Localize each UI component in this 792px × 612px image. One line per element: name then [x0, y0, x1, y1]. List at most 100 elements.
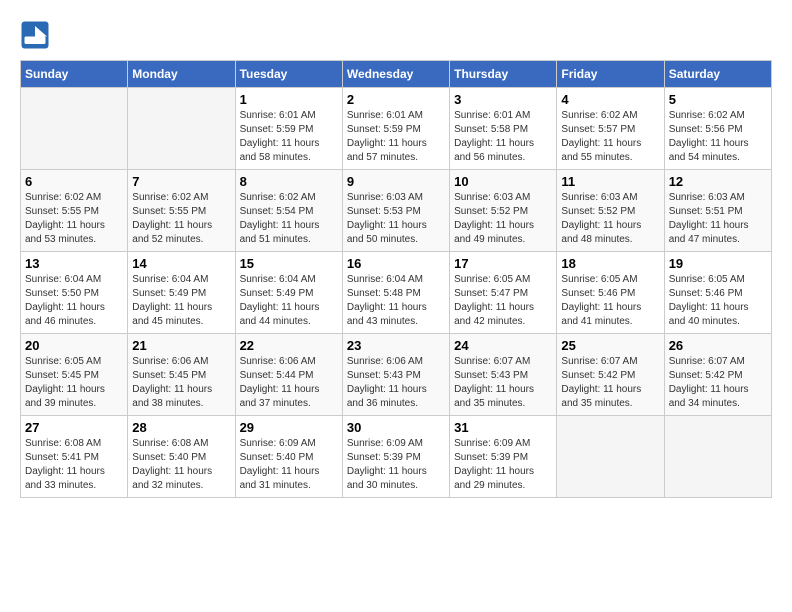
day-header-sunday: Sunday — [21, 61, 128, 88]
calendar-cell: 4 Sunrise: 6:02 AM Sunset: 5:57 PM Daylig… — [557, 88, 664, 170]
calendar-table: SundayMondayTuesdayWednesdayThursdayFrid… — [20, 60, 772, 498]
day-info: Sunrise: 6:02 AM Sunset: 5:55 PM Dayligh… — [25, 191, 123, 247]
day-info: Sunrise: 6:04 AM Sunset: 5:49 PM Dayligh… — [132, 273, 230, 329]
day-header-friday: Friday — [557, 61, 664, 88]
day-number: 11 — [561, 174, 659, 189]
calendar-cell: 16 Sunrise: 6:04 AM Sunset: 5:48 PM Dayli… — [342, 252, 449, 334]
day-number: 20 — [25, 338, 123, 353]
day-number: 23 — [347, 338, 445, 353]
day-info: Sunrise: 6:01 AM Sunset: 5:59 PM Dayligh… — [347, 109, 445, 165]
calendar-cell: 8 Sunrise: 6:02 AM Sunset: 5:54 PM Daylig… — [235, 170, 342, 252]
calendar-cell: 7Sunrise: 6:02 AM Sunset: 5:55 PM Daylig… — [128, 170, 235, 252]
calendar-cell: 6 Sunrise: 6:02 AM Sunset: 5:55 PM Daylig… — [21, 170, 128, 252]
calendar-cell: 29 Sunrise: 6:09 AM Sunset: 5:40 PM Dayli… — [235, 416, 342, 498]
day-number: 17 — [454, 256, 552, 271]
calendar-cell: 11 Sunrise: 6:03 AM Sunset: 5:52 PM Dayli… — [557, 170, 664, 252]
day-info: Sunrise: 6:07 AM Sunset: 5:42 PM Dayligh… — [561, 355, 659, 411]
day-number: 16 — [347, 256, 445, 271]
calendar-cell: 2 Sunrise: 6:01 AM Sunset: 5:59 PM Daylig… — [342, 88, 449, 170]
calendar-cell: 27Sunrise: 6:08 AM Sunset: 5:41 PM Dayli… — [21, 416, 128, 498]
day-info: Sunrise: 6:04 AM Sunset: 5:50 PM Dayligh… — [25, 273, 123, 329]
calendar-cell: 3 Sunrise: 6:01 AM Sunset: 5:58 PM Daylig… — [450, 88, 557, 170]
day-info: Sunrise: 6:03 AM Sunset: 5:51 PM Dayligh… — [669, 191, 767, 247]
day-number: 4 — [561, 92, 659, 107]
day-info: Sunrise: 6:02 AM Sunset: 5:54 PM Dayligh… — [240, 191, 338, 247]
day-number: 8 — [240, 174, 338, 189]
calendar-cell: 23Sunrise: 6:06 AM Sunset: 5:43 PM Dayli… — [342, 334, 449, 416]
day-info: Sunrise: 6:02 AM Sunset: 5:55 PM Dayligh… — [132, 191, 230, 247]
calendar-cell — [128, 88, 235, 170]
day-number: 6 — [25, 174, 123, 189]
day-info: Sunrise: 6:05 AM Sunset: 5:47 PM Dayligh… — [454, 273, 552, 329]
calendar-cell: 15 Sunrise: 6:04 AM Sunset: 5:49 PM Dayli… — [235, 252, 342, 334]
day-number: 28 — [132, 420, 230, 435]
day-info: Sunrise: 6:09 AM Sunset: 5:39 PM Dayligh… — [454, 437, 552, 493]
week-row-2: 6 Sunrise: 6:02 AM Sunset: 5:55 PM Daylig… — [21, 170, 772, 252]
calendar-cell: 12 Sunrise: 6:03 AM Sunset: 5:51 PM Dayli… — [664, 170, 771, 252]
day-number: 10 — [454, 174, 552, 189]
week-row-4: 20 Sunrise: 6:05 AM Sunset: 5:45 PM Dayli… — [21, 334, 772, 416]
days-header-row: SundayMondayTuesdayWednesdayThursdayFrid… — [21, 61, 772, 88]
calendar-cell: 18Sunrise: 6:05 AM Sunset: 5:46 PM Dayli… — [557, 252, 664, 334]
day-number: 22 — [240, 338, 338, 353]
day-info: Sunrise: 6:05 AM Sunset: 5:46 PM Dayligh… — [669, 273, 767, 329]
calendar-cell: 1 Sunrise: 6:01 AM Sunset: 5:59 PM Daylig… — [235, 88, 342, 170]
day-info: Sunrise: 6:07 AM Sunset: 5:43 PM Dayligh… — [454, 355, 552, 411]
calendar-cell: 13Sunrise: 6:04 AM Sunset: 5:50 PM Dayli… — [21, 252, 128, 334]
week-row-1: 1 Sunrise: 6:01 AM Sunset: 5:59 PM Daylig… — [21, 88, 772, 170]
calendar-cell: 19 Sunrise: 6:05 AM Sunset: 5:46 PM Dayli… — [664, 252, 771, 334]
day-info: Sunrise: 6:03 AM Sunset: 5:52 PM Dayligh… — [454, 191, 552, 247]
calendar-cell: 28 Sunrise: 6:08 AM Sunset: 5:40 PM Dayli… — [128, 416, 235, 498]
day-header-monday: Monday — [128, 61, 235, 88]
calendar-cell: 9 Sunrise: 6:03 AM Sunset: 5:53 PM Daylig… — [342, 170, 449, 252]
day-info: Sunrise: 6:04 AM Sunset: 5:49 PM Dayligh… — [240, 273, 338, 329]
day-info: Sunrise: 6:02 AM Sunset: 5:57 PM Dayligh… — [561, 109, 659, 165]
day-info: Sunrise: 6:07 AM Sunset: 5:42 PM Dayligh… — [669, 355, 767, 411]
calendar-cell: 30 Sunrise: 6:09 AM Sunset: 5:39 PM Dayli… — [342, 416, 449, 498]
day-info: Sunrise: 6:01 AM Sunset: 5:58 PM Dayligh… — [454, 109, 552, 165]
day-number: 12 — [669, 174, 767, 189]
calendar-cell: 26 Sunrise: 6:07 AM Sunset: 5:42 PM Dayli… — [664, 334, 771, 416]
day-info: Sunrise: 6:05 AM Sunset: 5:45 PM Dayligh… — [25, 355, 123, 411]
day-number: 21 — [132, 338, 230, 353]
day-number: 1 — [240, 92, 338, 107]
day-info: Sunrise: 6:03 AM Sunset: 5:53 PM Dayligh… — [347, 191, 445, 247]
week-row-5: 27Sunrise: 6:08 AM Sunset: 5:41 PM Dayli… — [21, 416, 772, 498]
calendar-cell: 21Sunrise: 6:06 AM Sunset: 5:45 PM Dayli… — [128, 334, 235, 416]
day-number: 5 — [669, 92, 767, 107]
day-number: 29 — [240, 420, 338, 435]
day-number: 31 — [454, 420, 552, 435]
calendar-cell: 5 Sunrise: 6:02 AM Sunset: 5:56 PM Daylig… — [664, 88, 771, 170]
week-row-3: 13Sunrise: 6:04 AM Sunset: 5:50 PM Dayli… — [21, 252, 772, 334]
day-header-wednesday: Wednesday — [342, 61, 449, 88]
day-info: Sunrise: 6:08 AM Sunset: 5:40 PM Dayligh… — [132, 437, 230, 493]
day-info: Sunrise: 6:06 AM Sunset: 5:44 PM Dayligh… — [240, 355, 338, 411]
calendar-cell: 14Sunrise: 6:04 AM Sunset: 5:49 PM Dayli… — [128, 252, 235, 334]
day-number: 30 — [347, 420, 445, 435]
day-info: Sunrise: 6:09 AM Sunset: 5:39 PM Dayligh… — [347, 437, 445, 493]
calendar-cell — [21, 88, 128, 170]
day-number: 3 — [454, 92, 552, 107]
calendar-cell: 22 Sunrise: 6:06 AM Sunset: 5:44 PM Dayli… — [235, 334, 342, 416]
day-info: Sunrise: 6:03 AM Sunset: 5:52 PM Dayligh… — [561, 191, 659, 247]
calendar-cell: 24 Sunrise: 6:07 AM Sunset: 5:43 PM Dayli… — [450, 334, 557, 416]
calendar-cell: 20 Sunrise: 6:05 AM Sunset: 5:45 PM Dayli… — [21, 334, 128, 416]
calendar-cell: 17 Sunrise: 6:05 AM Sunset: 5:47 PM Dayli… — [450, 252, 557, 334]
day-info: Sunrise: 6:09 AM Sunset: 5:40 PM Dayligh… — [240, 437, 338, 493]
day-info: Sunrise: 6:01 AM Sunset: 5:59 PM Dayligh… — [240, 109, 338, 165]
day-info: Sunrise: 6:05 AM Sunset: 5:46 PM Dayligh… — [561, 273, 659, 329]
day-number: 24 — [454, 338, 552, 353]
page-header — [20, 20, 772, 50]
day-number: 19 — [669, 256, 767, 271]
calendar-cell — [664, 416, 771, 498]
day-info: Sunrise: 6:08 AM Sunset: 5:41 PM Dayligh… — [25, 437, 123, 493]
day-info: Sunrise: 6:04 AM Sunset: 5:48 PM Dayligh… — [347, 273, 445, 329]
day-number: 26 — [669, 338, 767, 353]
day-number: 15 — [240, 256, 338, 271]
logo — [20, 20, 55, 50]
day-number: 9 — [347, 174, 445, 189]
day-number: 2 — [347, 92, 445, 107]
day-info: Sunrise: 6:02 AM Sunset: 5:56 PM Dayligh… — [669, 109, 767, 165]
calendar-cell — [557, 416, 664, 498]
calendar-cell: 25Sunrise: 6:07 AM Sunset: 5:42 PM Dayli… — [557, 334, 664, 416]
